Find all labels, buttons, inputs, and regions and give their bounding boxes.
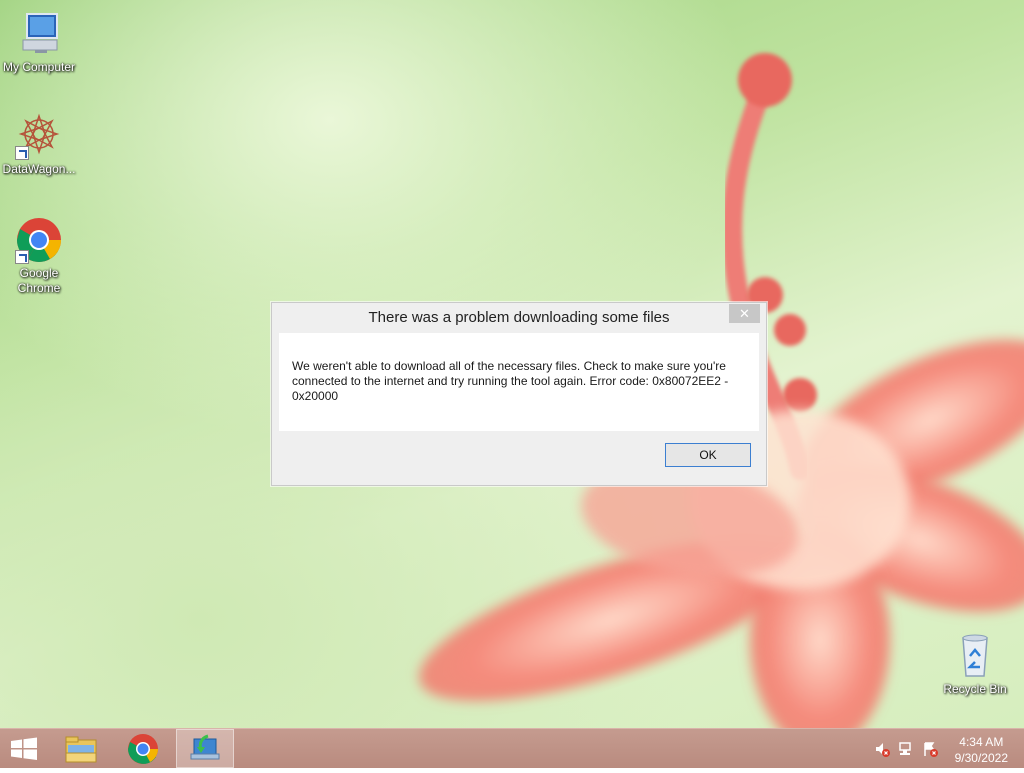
desktop-icon-label: DataWagon... [2,162,76,176]
taskbar-media-creation-tool[interactable] [176,729,234,768]
close-button[interactable]: ✕ [729,304,760,323]
dialog-message-area: We weren't able to download all of the n… [279,333,759,431]
clock-date: 9/30/2022 [954,751,1008,765]
desktop-icon-label: Recycle Bin [943,682,1007,696]
shortcut-arrow-icon [15,146,29,160]
chrome-icon [15,216,63,264]
desktop-icon-label: My Computer [2,60,76,74]
ok-button[interactable]: OK [665,443,751,467]
system-clock[interactable]: 4:34 AM 9/30/2022 [955,734,1008,766]
clock-time: 4:34 AM [959,735,1004,749]
dialog-title: There was a problem downloading some fil… [368,309,670,326]
network-icon[interactable] [898,741,914,757]
start-button[interactable] [0,729,58,768]
chrome-icon [128,734,158,764]
windows-logo-icon [11,737,37,760]
taskbar-file-explorer[interactable] [52,729,110,768]
dialog-message: We weren't able to download all of the n… [292,359,729,403]
folder-icon [65,736,97,763]
computer-icon [15,10,63,58]
error-dialog: There was a problem downloading some fil… [271,302,767,486]
volume-muted-icon[interactable] [874,741,890,757]
action-center-icon[interactable] [922,741,938,757]
desktop-icon-google-chrome[interactable]: Google Chrome [0,216,78,296]
desktop-icon-recycle-bin[interactable]: Recycle Bin [936,632,1014,697]
desktop-icon-datawagon[interactable]: DataWagon... [0,112,78,177]
setup-icon [190,734,220,760]
desktop-icon-label: Google Chrome [17,266,61,295]
dialog-titlebar[interactable]: There was a problem downloading some fil… [272,303,766,333]
datawagon-icon [15,112,63,160]
taskbar-google-chrome[interactable] [114,729,172,768]
shortcut-arrow-icon [15,250,29,264]
recycle-bin-icon [951,632,999,680]
desktop: My Computer DataWagon... Google Chrome R… [0,0,1024,728]
close-icon: ✕ [739,306,750,321]
desktop-icon-my-computer[interactable]: My Computer [0,10,78,75]
taskbar: 4:34 AM 9/30/2022 [0,728,1024,768]
